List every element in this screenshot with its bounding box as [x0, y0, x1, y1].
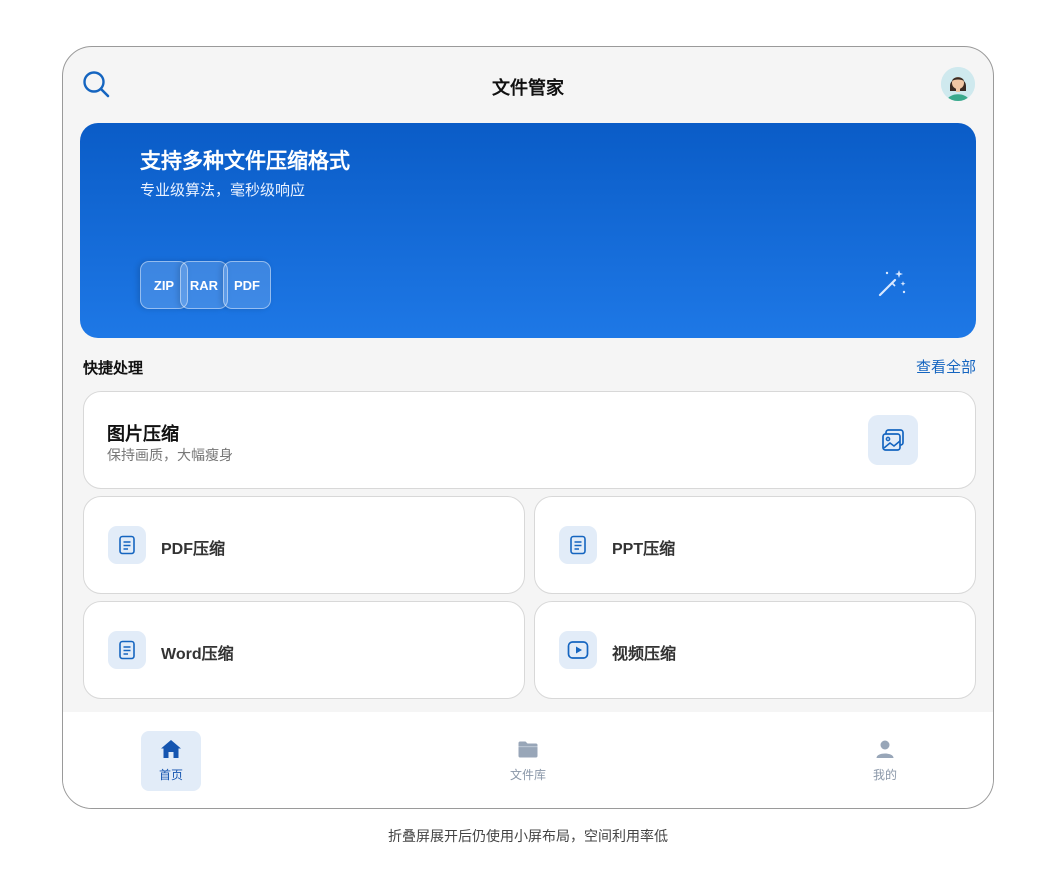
- card-label: Word压缩: [161, 646, 234, 663]
- word-compress-card[interactable]: Word压缩: [83, 601, 525, 699]
- card-icon-box: [108, 526, 146, 564]
- promo-banner[interactable]: 支持多种文件压缩格式 专业级算法，毫秒级响应 ZIP RAR PDF: [80, 123, 976, 338]
- nav-label: 文件库: [509, 768, 546, 782]
- app-title: 文件管家: [492, 78, 564, 98]
- card-icon-box: [868, 415, 918, 465]
- magic-wand-icon: [878, 270, 906, 297]
- home-icon: [161, 740, 181, 758]
- section-title: 快捷处理: [83, 360, 144, 377]
- document-icon: [119, 640, 135, 660]
- card-subtitle: 保持画质，大幅瘦身: [107, 447, 233, 463]
- nav-label: 首页: [158, 768, 183, 782]
- ppt-compress-card[interactable]: PPT压缩: [534, 496, 976, 594]
- nav-label: 我的: [872, 768, 897, 782]
- card-label: PPT压缩: [612, 541, 676, 558]
- nav-item-home[interactable]: 首页: [141, 731, 201, 791]
- format-tag-rar: RAR: [180, 261, 228, 309]
- card-icon-box: [559, 526, 597, 564]
- nav-item-profile[interactable]: 我的: [855, 731, 915, 791]
- person-icon: [876, 740, 894, 758]
- document-icon: [570, 535, 586, 555]
- top-bar: 文件管家: [63, 47, 993, 123]
- card-label: 视频压缩: [612, 646, 677, 663]
- document-icon: [119, 535, 135, 555]
- device-frame: 文件管家 支持多种文件压缩格式 专业级算法，毫秒级响应 ZIP RAR PDF: [62, 46, 994, 809]
- card-icon-box: [559, 631, 597, 669]
- card-label: PDF压缩: [161, 541, 226, 558]
- banner-title: 支持多种文件压缩格式: [140, 150, 350, 173]
- avatar-icon: [941, 67, 975, 101]
- avatar[interactable]: [941, 67, 975, 101]
- pdf-compress-card[interactable]: PDF压缩: [83, 496, 525, 594]
- image-gallery-icon: [882, 429, 904, 451]
- card-icon-box: [108, 631, 146, 669]
- bottom-nav: 首页 文件库 我的: [63, 712, 993, 808]
- figure-caption: 折叠屏展开后仍使用小屏布局，空间利用率低: [388, 828, 668, 844]
- folder-icon: [518, 741, 538, 758]
- video-compress-card[interactable]: 视频压缩: [534, 601, 976, 699]
- see-all-link[interactable]: 查看全部: [916, 356, 976, 377]
- image-compress-card[interactable]: 图片压缩 保持画质，大幅瘦身: [83, 391, 976, 489]
- video-play-icon: [567, 641, 589, 659]
- banner-subtitle: 专业级算法，毫秒级响应: [140, 182, 306, 199]
- card-title: 图片压缩: [107, 424, 179, 444]
- format-tag-pdf: PDF: [223, 261, 271, 309]
- nav-item-files[interactable]: 文件库: [498, 731, 558, 791]
